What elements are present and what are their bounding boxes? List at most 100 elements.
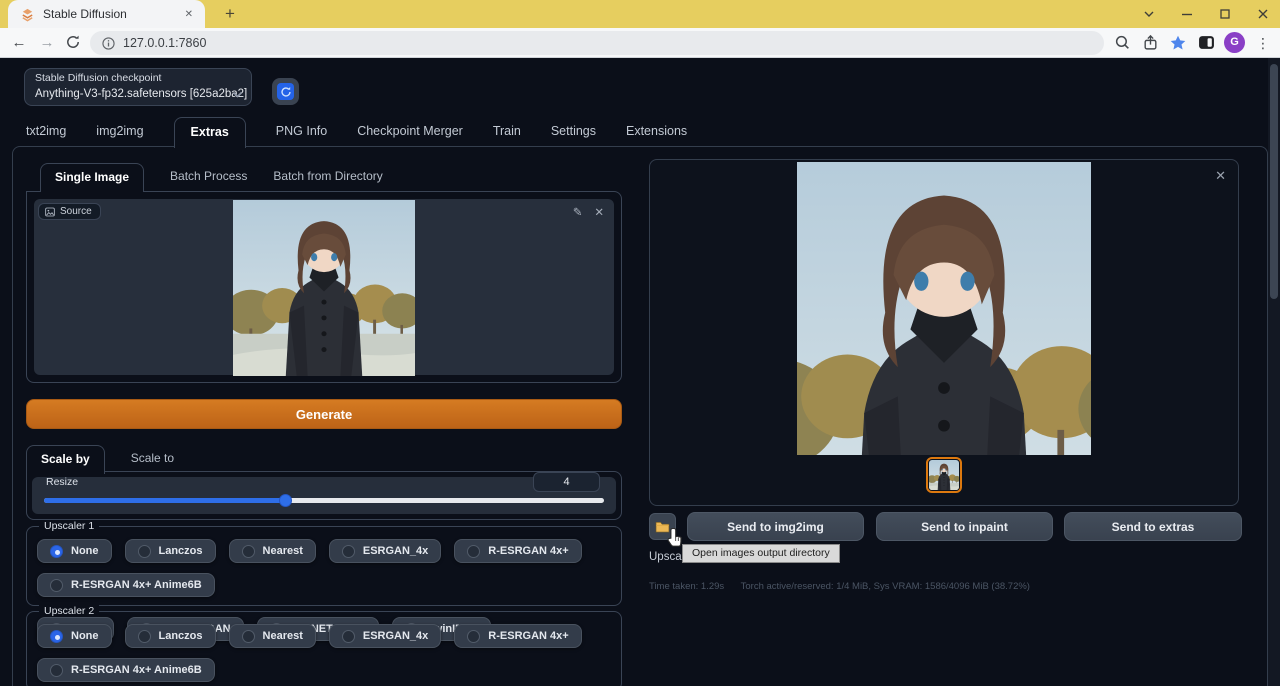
send-to-img2img-button[interactable]: Send to img2img bbox=[687, 512, 864, 541]
profile-avatar[interactable]: G bbox=[1224, 32, 1245, 53]
source-image[interactable] bbox=[233, 200, 415, 376]
tab-checkpoint-merger[interactable]: Checkpoint Merger bbox=[357, 124, 463, 147]
upscaler-option-lanczos[interactable]: Lanczos bbox=[125, 539, 216, 563]
radio-icon bbox=[50, 664, 63, 677]
resize-label: Resize bbox=[46, 476, 78, 488]
share-icon[interactable] bbox=[1142, 34, 1159, 56]
checkpoint-label: Stable Diffusion checkpoint bbox=[35, 72, 161, 84]
upscaler-option-anime6b[interactable]: R-ESRGAN 4x+ Anime6B bbox=[37, 658, 215, 682]
site-info-icon[interactable] bbox=[102, 37, 115, 50]
option-label: Lanczos bbox=[159, 545, 203, 557]
close-window-icon[interactable] bbox=[1256, 7, 1270, 21]
upscaler-option-nearest[interactable]: Nearest bbox=[229, 624, 316, 648]
option-label: None bbox=[71, 545, 99, 557]
source-badge-label: Source bbox=[60, 206, 92, 217]
scrollbar-thumb[interactable] bbox=[1270, 64, 1278, 299]
refresh-checkpoint-button[interactable] bbox=[272, 78, 299, 105]
chevron-down-icon bbox=[232, 91, 243, 99]
new-tab-button[interactable]: + bbox=[218, 3, 242, 25]
window-chevron-icon[interactable] bbox=[1142, 7, 1156, 21]
radio-icon bbox=[467, 630, 480, 643]
upscaler-option-anime6b[interactable]: R-ESRGAN 4x+ Anime6B bbox=[37, 573, 215, 597]
radio-icon bbox=[50, 579, 63, 592]
generate-button[interactable]: Generate bbox=[26, 399, 622, 429]
slider-fill bbox=[44, 498, 286, 503]
upscaler-option-none[interactable]: None bbox=[37, 539, 112, 563]
scale-by-panel: Resize 4 bbox=[26, 471, 622, 520]
upscaler1-label: Upscaler 1 bbox=[39, 520, 99, 532]
back-icon[interactable]: ← bbox=[8, 32, 30, 54]
tab-png-info[interactable]: PNG Info bbox=[276, 124, 327, 147]
mouse-cursor-pointer bbox=[667, 527, 686, 549]
menu-kebab-icon[interactable]: ⋮ bbox=[1256, 32, 1270, 54]
reload-icon[interactable] bbox=[62, 34, 84, 57]
upscaler-option-resrgan4x[interactable]: R-ESRGAN 4x+ bbox=[454, 624, 581, 648]
bookmark-star-icon[interactable] bbox=[1169, 34, 1187, 57]
output-thumbnail[interactable] bbox=[926, 457, 962, 493]
scale-tabs: Scale by Scale to bbox=[26, 445, 174, 473]
output-image[interactable] bbox=[797, 162, 1091, 455]
tab-txt2img[interactable]: txt2img bbox=[26, 124, 66, 147]
option-label: ESRGAN_4x bbox=[363, 545, 428, 557]
output-gallery-panel: ✕ bbox=[649, 159, 1239, 506]
performance-info-text: Time taken: 1.29s Torch active/reserved:… bbox=[649, 581, 1044, 592]
tooltip: Open images output directory bbox=[682, 544, 840, 563]
send-to-inpaint-button[interactable]: Send to inpaint bbox=[876, 512, 1053, 541]
radio-icon bbox=[342, 545, 355, 558]
vram-text: Torch active/reserved: 1/4 MiB, Sys VRAM… bbox=[741, 581, 1030, 592]
radio-checked-icon bbox=[50, 545, 63, 558]
tab-close-icon[interactable]: ✕ bbox=[181, 7, 197, 22]
side-panel-icon[interactable] bbox=[1198, 34, 1215, 56]
send-to-extras-button[interactable]: Send to extras bbox=[1064, 512, 1242, 541]
edit-image-icon[interactable]: ✎ bbox=[573, 205, 583, 219]
stable-diffusion-favicon bbox=[20, 7, 35, 22]
clear-image-icon[interactable]: ✕ bbox=[594, 205, 604, 219]
forward-icon[interactable]: → bbox=[36, 32, 58, 54]
upscaler-option-lanczos[interactable]: Lanczos bbox=[125, 624, 216, 648]
tab-extensions[interactable]: Extensions bbox=[626, 124, 687, 147]
thumbnail-image bbox=[929, 460, 959, 490]
stable-diffusion-webui: Stable Diffusion checkpoint Anything-V3-… bbox=[0, 58, 1280, 686]
option-label: R-ESRGAN 4x+ bbox=[488, 545, 568, 557]
option-label: None bbox=[71, 630, 99, 642]
upscaler-option-none[interactable]: None bbox=[37, 624, 112, 648]
tab-single-image[interactable]: Single Image bbox=[40, 163, 144, 192]
generate-label: Generate bbox=[296, 407, 352, 422]
image-toolbar: ✎ ✕ bbox=[573, 205, 604, 219]
tab-batch-process[interactable]: Batch Process bbox=[170, 169, 247, 191]
option-label: Lanczos bbox=[159, 630, 203, 642]
tab-settings[interactable]: Settings bbox=[551, 124, 596, 147]
close-gallery-icon[interactable]: ✕ bbox=[1215, 168, 1226, 184]
resize-number-input[interactable]: 4 bbox=[533, 472, 600, 492]
resize-slider[interactable] bbox=[44, 494, 604, 507]
radio-icon bbox=[467, 545, 480, 558]
tab-train[interactable]: Train bbox=[493, 124, 521, 147]
slider-handle[interactable] bbox=[279, 494, 292, 507]
option-label: Nearest bbox=[263, 630, 303, 642]
minimize-icon[interactable] bbox=[1180, 7, 1194, 21]
tab-img2img[interactable]: img2img bbox=[96, 124, 143, 147]
tab-scale-to[interactable]: Scale to bbox=[131, 451, 174, 473]
browser-titlebar: Stable Diffusion ✕ + bbox=[0, 0, 1280, 28]
tab-scale-by[interactable]: Scale by bbox=[26, 445, 105, 474]
main-tab-bar: txt2img img2img Extras PNG Info Checkpoi… bbox=[26, 118, 687, 147]
radio-icon bbox=[138, 630, 151, 643]
upscaler-option-esrgan4x[interactable]: ESRGAN_4x bbox=[329, 539, 441, 563]
upscaler-option-resrgan4x[interactable]: R-ESRGAN 4x+ bbox=[454, 539, 581, 563]
checkpoint-dropdown[interactable]: Stable Diffusion checkpoint Anything-V3-… bbox=[24, 68, 252, 106]
resize-block: Resize 4 bbox=[32, 477, 616, 514]
tab-batch-from-directory[interactable]: Batch from Directory bbox=[273, 169, 382, 191]
browser-tab[interactable]: Stable Diffusion ✕ bbox=[8, 0, 205, 28]
page-scrollbar[interactable] bbox=[1268, 58, 1280, 686]
upscaler-option-nearest[interactable]: Nearest bbox=[229, 539, 316, 563]
upscaler-option-esrgan4x[interactable]: ESRGAN_4x bbox=[329, 624, 441, 648]
zoom-icon[interactable] bbox=[1114, 34, 1131, 56]
option-label: R-ESRGAN 4x+ bbox=[488, 630, 568, 642]
tab-extras[interactable]: Extras bbox=[174, 117, 246, 148]
maximize-icon[interactable] bbox=[1218, 7, 1232, 21]
image-dropzone[interactable]: Source ✎ ✕ bbox=[34, 199, 614, 375]
url-bar[interactable]: 127.0.0.1:7860 bbox=[90, 31, 1104, 55]
option-label: R-ESRGAN 4x+ Anime6B bbox=[71, 579, 202, 591]
screen: Stable Diffusion ✕ + ← → 127.0.0.1:7860 bbox=[0, 0, 1280, 686]
browser-toolbar: ← → 127.0.0.1:7860 G ⋮ bbox=[0, 28, 1280, 58]
